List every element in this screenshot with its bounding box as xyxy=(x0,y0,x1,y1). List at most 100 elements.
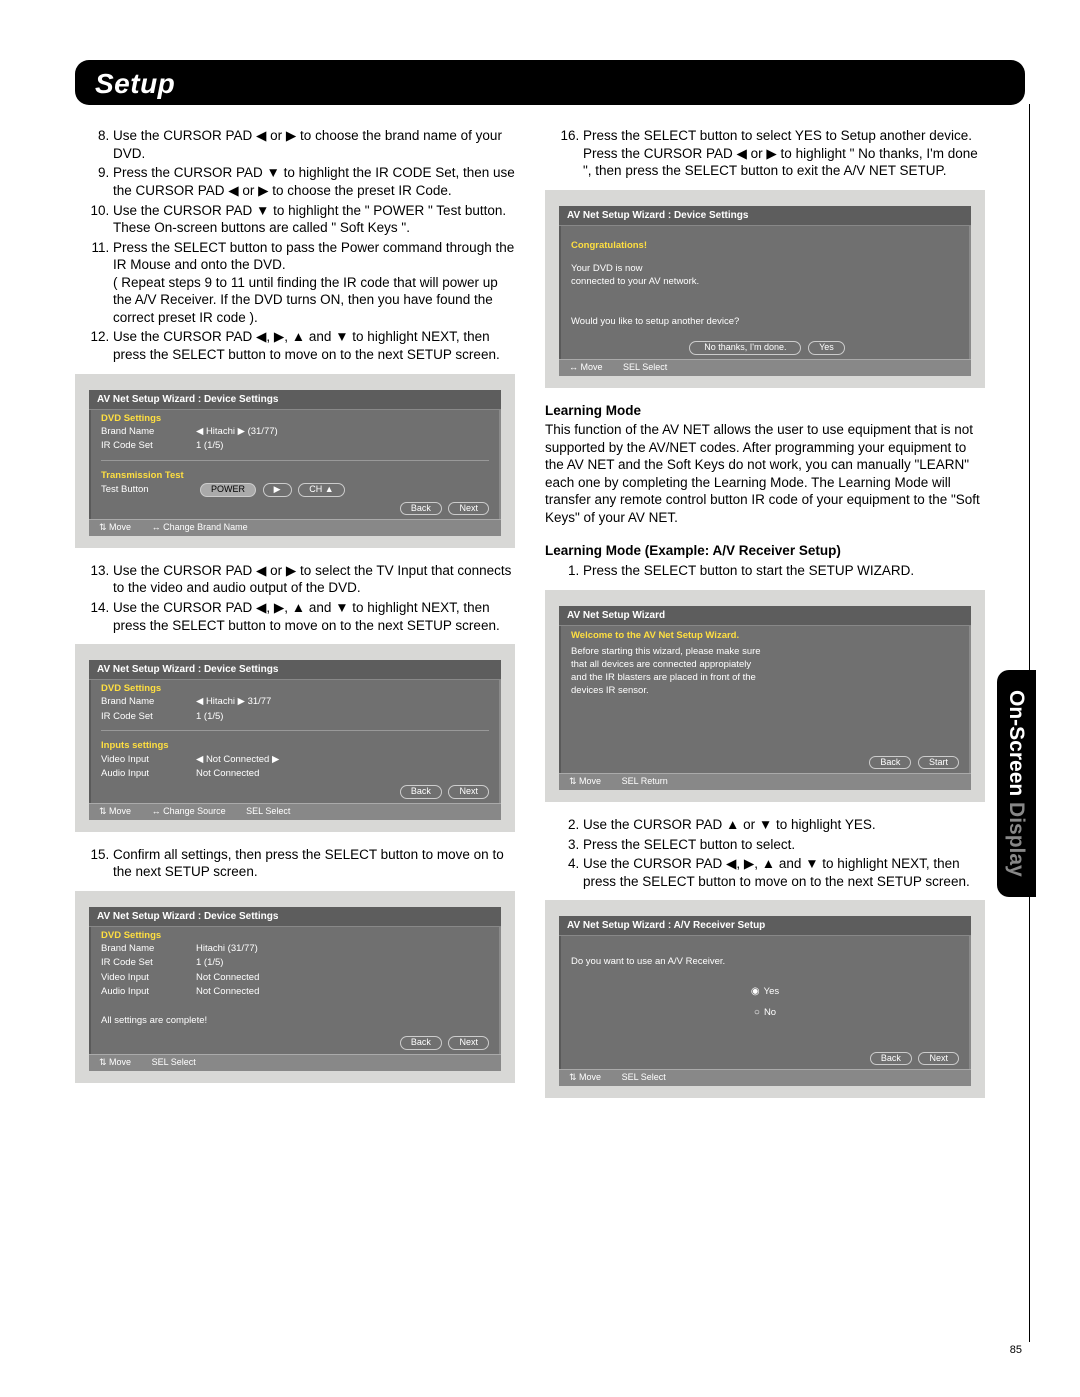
audio-input-value: Not Connected xyxy=(196,768,489,780)
back-button[interactable]: Back xyxy=(870,1052,912,1066)
next-button[interactable]: Next xyxy=(448,785,489,799)
back-button[interactable]: Back xyxy=(400,1036,442,1050)
step-15: Confirm all settings, then press the SEL… xyxy=(113,846,515,881)
shot2-sec2: Inputs settings xyxy=(89,737,501,752)
screenshot-3: AV Net Setup Wizard : Device Settings DV… xyxy=(75,891,515,1083)
brand-label: Brand Name xyxy=(101,943,196,955)
left-column: Use the CURSOR PAD ◀ or ▶ to choose the … xyxy=(75,127,515,1112)
brand-value: Hitachi (31/77) xyxy=(196,943,489,955)
step-16: Press the SELECT button to select YES to… xyxy=(583,127,985,180)
complete-msg: All settings are complete! xyxy=(89,1011,501,1032)
line-b: that all devices are connected appropiat… xyxy=(559,659,971,672)
ir-label: IR Code Set xyxy=(101,711,196,723)
foot-move: ⇅ Move xyxy=(99,1057,131,1067)
line2: Your DVD is now xyxy=(559,263,971,276)
video-input-label: Video Input xyxy=(101,972,196,984)
power-button[interactable]: POWER xyxy=(200,483,256,497)
ir-value: 1 (1/5) xyxy=(196,957,489,969)
foot-move: ⇅ Move xyxy=(99,806,131,816)
step-r3: Press the SELECT button to select. xyxy=(583,836,985,854)
page-header: Setup xyxy=(75,60,1025,105)
back-button[interactable]: Back xyxy=(869,756,911,770)
yes-option[interactable]: ◉Yes xyxy=(559,981,971,1002)
step-r1: Press the SELECT button to start the SET… xyxy=(583,562,985,580)
shot3-sec1: DVD Settings xyxy=(89,927,501,942)
shot1-sec1: DVD Settings xyxy=(89,410,501,425)
back-button[interactable]: Back xyxy=(400,785,442,799)
line-c: and the IR blasters are placed in front … xyxy=(559,672,971,685)
test-label: Test Button xyxy=(101,484,196,496)
next-button[interactable]: Next xyxy=(918,1052,959,1066)
yes-button[interactable]: Yes xyxy=(808,341,845,355)
line3: connected to your AV network. xyxy=(559,276,971,293)
step-r4: Use the CURSOR PAD ◀, ▶, ▲ and ▼ to high… xyxy=(583,855,985,890)
step-12: Use the CURSOR PAD ◀, ▶, ▲ and ▼ to high… xyxy=(113,328,515,363)
start-button[interactable]: Start xyxy=(918,756,959,770)
right-column: Press the SELECT button to select YES to… xyxy=(545,127,985,1112)
brand-label: Brand Name xyxy=(101,426,196,438)
step-8: Use the CURSOR PAD ◀ or ▶ to choose the … xyxy=(113,127,515,162)
steps-16: Press the SELECT button to select YES to… xyxy=(545,127,985,180)
line-d: devices IR sensor. xyxy=(559,685,971,702)
screenshot-5: AV Net Setup Wizard Welcome to the AV Ne… xyxy=(545,590,985,802)
ir-value: 1 (1/5) xyxy=(196,711,489,723)
step-11-text: Press the SELECT button to pass the Powe… xyxy=(113,240,514,273)
step-11: Press the SELECT button to pass the Powe… xyxy=(113,239,515,327)
line-a: Before starting this wizard, please make… xyxy=(559,646,971,659)
audio-input-label: Audio Input xyxy=(101,768,196,780)
foot-select: SEL Select xyxy=(622,1072,666,1082)
step-r2: Use the CURSOR PAD ▲ or ▼ to highlight Y… xyxy=(583,816,985,834)
side-tab-b: Display xyxy=(1005,796,1028,877)
step-10: Use the CURSOR PAD ▼ to highlight the " … xyxy=(113,202,515,237)
step-9: Press the CURSOR PAD ▼ to highlight the … xyxy=(113,164,515,199)
no-option[interactable]: ○No xyxy=(559,1002,971,1023)
learning-mode-body: This function of the AV NET allows the u… xyxy=(545,421,985,526)
step-11-extra: ( Repeat steps 9 to 11 until finding the… xyxy=(113,275,498,325)
steps-15: Confirm all settings, then press the SEL… xyxy=(75,846,515,881)
no-thanks-button[interactable]: No thanks, I'm done. xyxy=(689,341,801,355)
foot-select: SEL Select xyxy=(246,806,290,816)
ir-value: 1 (1/5) xyxy=(196,440,489,452)
question: Would you like to setup another device? xyxy=(559,312,971,333)
foot-move: ⇅ Move xyxy=(569,1072,601,1082)
page-number: 85 xyxy=(1010,1343,1022,1357)
congrats: Congratulations! xyxy=(559,236,971,257)
shot2-title: AV Net Setup Wizard : Device Settings xyxy=(89,660,501,680)
foot-move: ⇅ Move xyxy=(99,522,131,532)
shot2-sec1: DVD Settings xyxy=(89,680,501,695)
foot-change: ↔ Change Source xyxy=(152,806,226,816)
screenshot-2: AV Net Setup Wizard : Device Settings DV… xyxy=(75,644,515,831)
step-10-extra: These On-screen buttons are called " Sof… xyxy=(113,220,410,235)
ir-label: IR Code Set xyxy=(101,440,196,452)
video-input-value: ◀ Not Connected ▶ xyxy=(196,754,489,766)
steps-right-1: Press the SELECT button to start the SET… xyxy=(545,562,985,580)
shot6-title: AV Net Setup Wizard : A/V Receiver Setup xyxy=(559,916,971,936)
screenshot-4: AV Net Setup Wizard : Device Settings Co… xyxy=(545,190,985,388)
shot4-title: AV Net Setup Wizard : Device Settings xyxy=(559,206,971,226)
foot-move: ↔ Move xyxy=(569,362,603,372)
play-button[interactable]: ▶ xyxy=(263,483,292,497)
shot3-title: AV Net Setup Wizard : Device Settings xyxy=(89,907,501,927)
audio-input-value: Not Connected xyxy=(196,986,489,998)
video-input-label: Video Input xyxy=(101,754,196,766)
ch-up-button[interactable]: CH ▲ xyxy=(298,483,344,497)
next-button[interactable]: Next xyxy=(448,1036,489,1050)
next-button[interactable]: Next xyxy=(448,502,489,516)
foot-return: SEL Return xyxy=(622,776,668,786)
receiver-question: Do you want to use an A/V Receiver. xyxy=(559,952,971,973)
foot-select: SEL Select xyxy=(152,1057,196,1067)
side-tab: On-Screen Display xyxy=(997,670,1036,897)
foot-select: SEL Select xyxy=(623,362,667,372)
steps-8-12: Use the CURSOR PAD ◀ or ▶ to choose the … xyxy=(75,127,515,363)
foot-move: ⇅ Move xyxy=(569,776,601,786)
foot-change: ↔ Change Brand Name xyxy=(152,522,248,532)
ir-label: IR Code Set xyxy=(101,957,196,969)
audio-input-label: Audio Input xyxy=(101,986,196,998)
back-button[interactable]: Back xyxy=(400,502,442,516)
brand-value: ◀ Hitachi ▶ 31/77 xyxy=(196,696,489,708)
video-input-value: Not Connected xyxy=(196,972,489,984)
shot1-sec2: Transmission Test xyxy=(89,467,501,482)
learning-mode-title: Learning Mode xyxy=(545,402,985,420)
learning-example-title: Learning Mode (Example: A/V Receiver Set… xyxy=(545,542,985,560)
step-13: Use the CURSOR PAD ◀ or ▶ to select the … xyxy=(113,562,515,597)
